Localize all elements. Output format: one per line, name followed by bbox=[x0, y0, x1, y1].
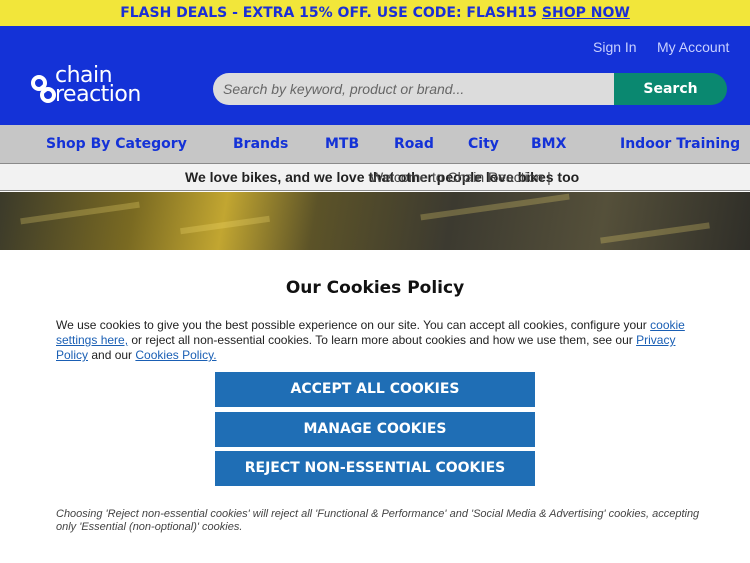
site-header: Sign In My Account chain reaction Search bbox=[0, 26, 750, 125]
cookie-text-part-1: We use cookies to give you the best poss… bbox=[56, 318, 651, 332]
cookie-dialog-text: We use cookies to give you the best poss… bbox=[56, 318, 706, 363]
shop-now-link[interactable]: SHOP NOW bbox=[542, 5, 630, 21]
search-button[interactable]: Search bbox=[614, 73, 727, 105]
cookie-footnote: Choosing 'Reject non-essential cookies' … bbox=[56, 508, 700, 533]
logo-wordmark: chain reaction bbox=[55, 65, 141, 107]
nav-indoor-training[interactable]: Indoor Training bbox=[620, 125, 740, 163]
manage-cookies-button[interactable]: MANAGE COOKIES bbox=[215, 412, 535, 447]
nav-bmx[interactable]: BMX bbox=[531, 125, 566, 163]
cookie-dialog-title: Our Cookies Policy bbox=[285, 278, 465, 298]
main-navigation: Shop By Category Brands MTB Road City BM… bbox=[0, 125, 750, 163]
promo-banner: FLASH DEALS - EXTRA 15% OFF. USE CODE: F… bbox=[0, 0, 750, 26]
cookie-text-part-2: or reject all non-essential cookies. To … bbox=[128, 333, 637, 347]
nav-city[interactable]: City bbox=[468, 125, 499, 163]
welcome-text: Welcome to Chain Reaction | We love bike… bbox=[185, 164, 579, 190]
cookie-text-part-3: and our bbox=[88, 348, 136, 362]
nav-brands[interactable]: Brands bbox=[233, 125, 288, 163]
promo-text: FLASH DEALS - EXTRA 15% OFF. USE CODE: F… bbox=[120, 5, 630, 21]
hero-banner-image bbox=[0, 192, 750, 250]
cookie-consent-dialog: Our Cookies Policy We use cookies to giv… bbox=[0, 250, 750, 563]
nav-shop-by-category[interactable]: Shop By Category bbox=[46, 125, 187, 163]
promo-message: FLASH DEALS - EXTRA 15% OFF. USE CODE: F… bbox=[120, 5, 542, 21]
chain-reaction-logo[interactable]: chain reaction bbox=[31, 65, 181, 110]
welcome-prefix: Welcome to Chain Reaction | bbox=[370, 169, 551, 185]
nav-road[interactable]: Road bbox=[394, 125, 434, 163]
welcome-ticker: Welcome to Chain Reaction | We love bike… bbox=[0, 163, 750, 191]
nav-mtb[interactable]: MTB bbox=[325, 125, 359, 163]
accept-all-cookies-button[interactable]: ACCEPT ALL COOKIES bbox=[215, 372, 535, 407]
search-field bbox=[213, 73, 614, 105]
logo-line-2: reaction bbox=[55, 82, 141, 107]
my-account-link[interactable]: My Account bbox=[657, 39, 729, 55]
reject-non-essential-cookies-button[interactable]: REJECT NON-ESSENTIAL COOKIES bbox=[215, 451, 535, 486]
cookies-policy-link[interactable]: Cookies Policy. bbox=[135, 348, 216, 362]
sign-in-link[interactable]: Sign In bbox=[593, 39, 637, 55]
search-input[interactable] bbox=[213, 73, 614, 105]
